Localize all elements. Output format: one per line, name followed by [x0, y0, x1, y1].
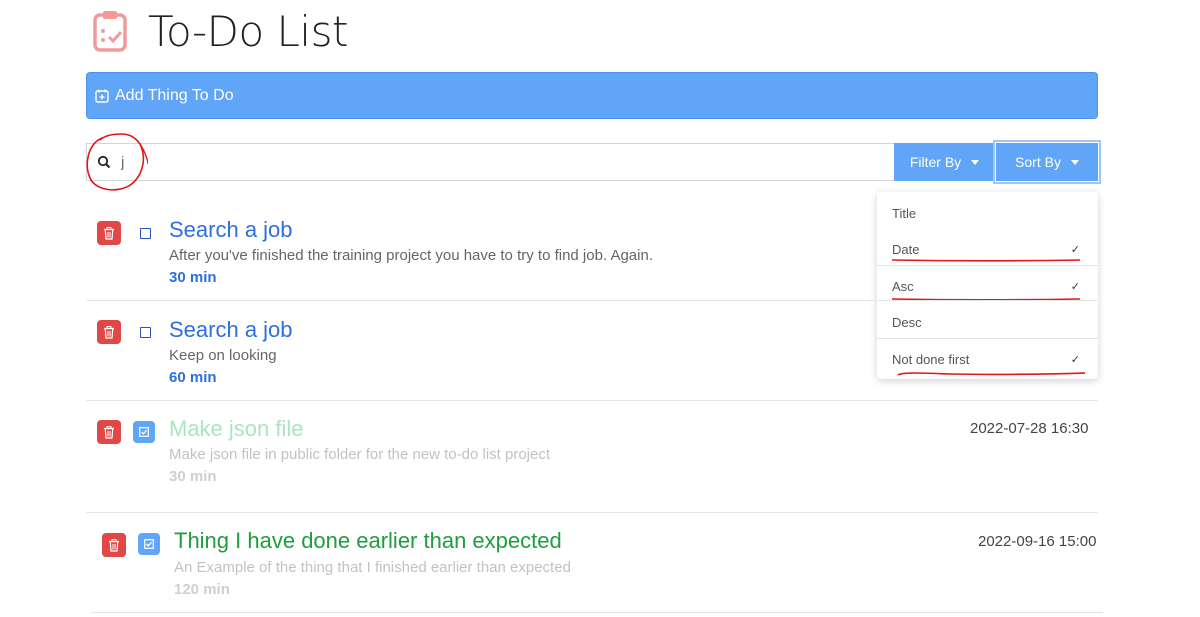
todo-description: Keep on looking — [169, 347, 277, 364]
calendar-plus-icon — [95, 89, 109, 103]
todo-description: An Example of the thing that I finished … — [174, 559, 571, 576]
clipboard-icon — [93, 11, 127, 52]
todo-item: Search a job After you've finished the t… — [86, 205, 1098, 301]
add-todo-button[interactable]: Add Thing To Do — [86, 72, 1098, 119]
todo-item: Search a job Keep on looking 60 min — [86, 300, 1098, 401]
todo-date: 2022-09-16 15:00 — [978, 533, 1097, 550]
trash-icon — [104, 425, 114, 439]
trash-icon — [104, 325, 114, 339]
delete-button[interactable] — [97, 420, 121, 444]
done-checkbox[interactable] — [133, 421, 155, 443]
todo-duration: 30 min — [169, 468, 217, 485]
filter-by-label: Filter By — [909, 154, 962, 170]
search-icon — [97, 155, 111, 169]
todo-title: Thing I have done earlier than expected — [174, 528, 562, 553]
delete-button[interactable] — [97, 320, 121, 344]
todo-duration: 60 min — [169, 369, 217, 386]
sort-by-label: Sort By — [1015, 154, 1061, 170]
todo-description: Make json file in public folder for the … — [169, 446, 551, 463]
done-checkbox[interactable] — [138, 533, 160, 555]
search-box — [86, 143, 894, 181]
caret-down-icon — [971, 159, 980, 165]
search-input[interactable] — [119, 152, 423, 172]
page-title: To-Do List — [148, 6, 348, 56]
todo-duration: 120 min — [174, 581, 230, 598]
delete-button[interactable] — [102, 533, 126, 557]
filter-by-button[interactable]: Filter By — [894, 143, 996, 181]
checked-box-icon — [144, 539, 154, 549]
trash-icon — [104, 226, 114, 240]
app-header: To-Do List — [90, 6, 348, 56]
caret-down-icon — [1070, 159, 1079, 165]
add-todo-label: Add Thing To Do — [115, 86, 234, 104]
todo-title: Make json file — [169, 416, 304, 441]
todo-duration: 30 min — [169, 269, 217, 286]
todo-item: Thing I have done earlier than expected … — [91, 512, 1103, 613]
trash-icon — [109, 538, 119, 552]
search-toolbar: Filter By Sort By — [86, 140, 1101, 184]
todo-title: Search a job — [169, 217, 293, 242]
todo-description: After you've finished the training proje… — [169, 247, 653, 264]
done-checkbox[interactable] — [140, 228, 151, 239]
todo-title: Search a job — [169, 317, 293, 342]
todo-item: Make json file Make json file in public … — [86, 400, 1098, 513]
done-checkbox[interactable] — [140, 327, 151, 338]
todo-date: 2022-07-28 16:30 — [970, 420, 1089, 437]
checked-box-icon — [139, 427, 149, 437]
delete-button[interactable] — [97, 221, 121, 245]
sort-by-button[interactable]: Sort By — [993, 140, 1101, 184]
